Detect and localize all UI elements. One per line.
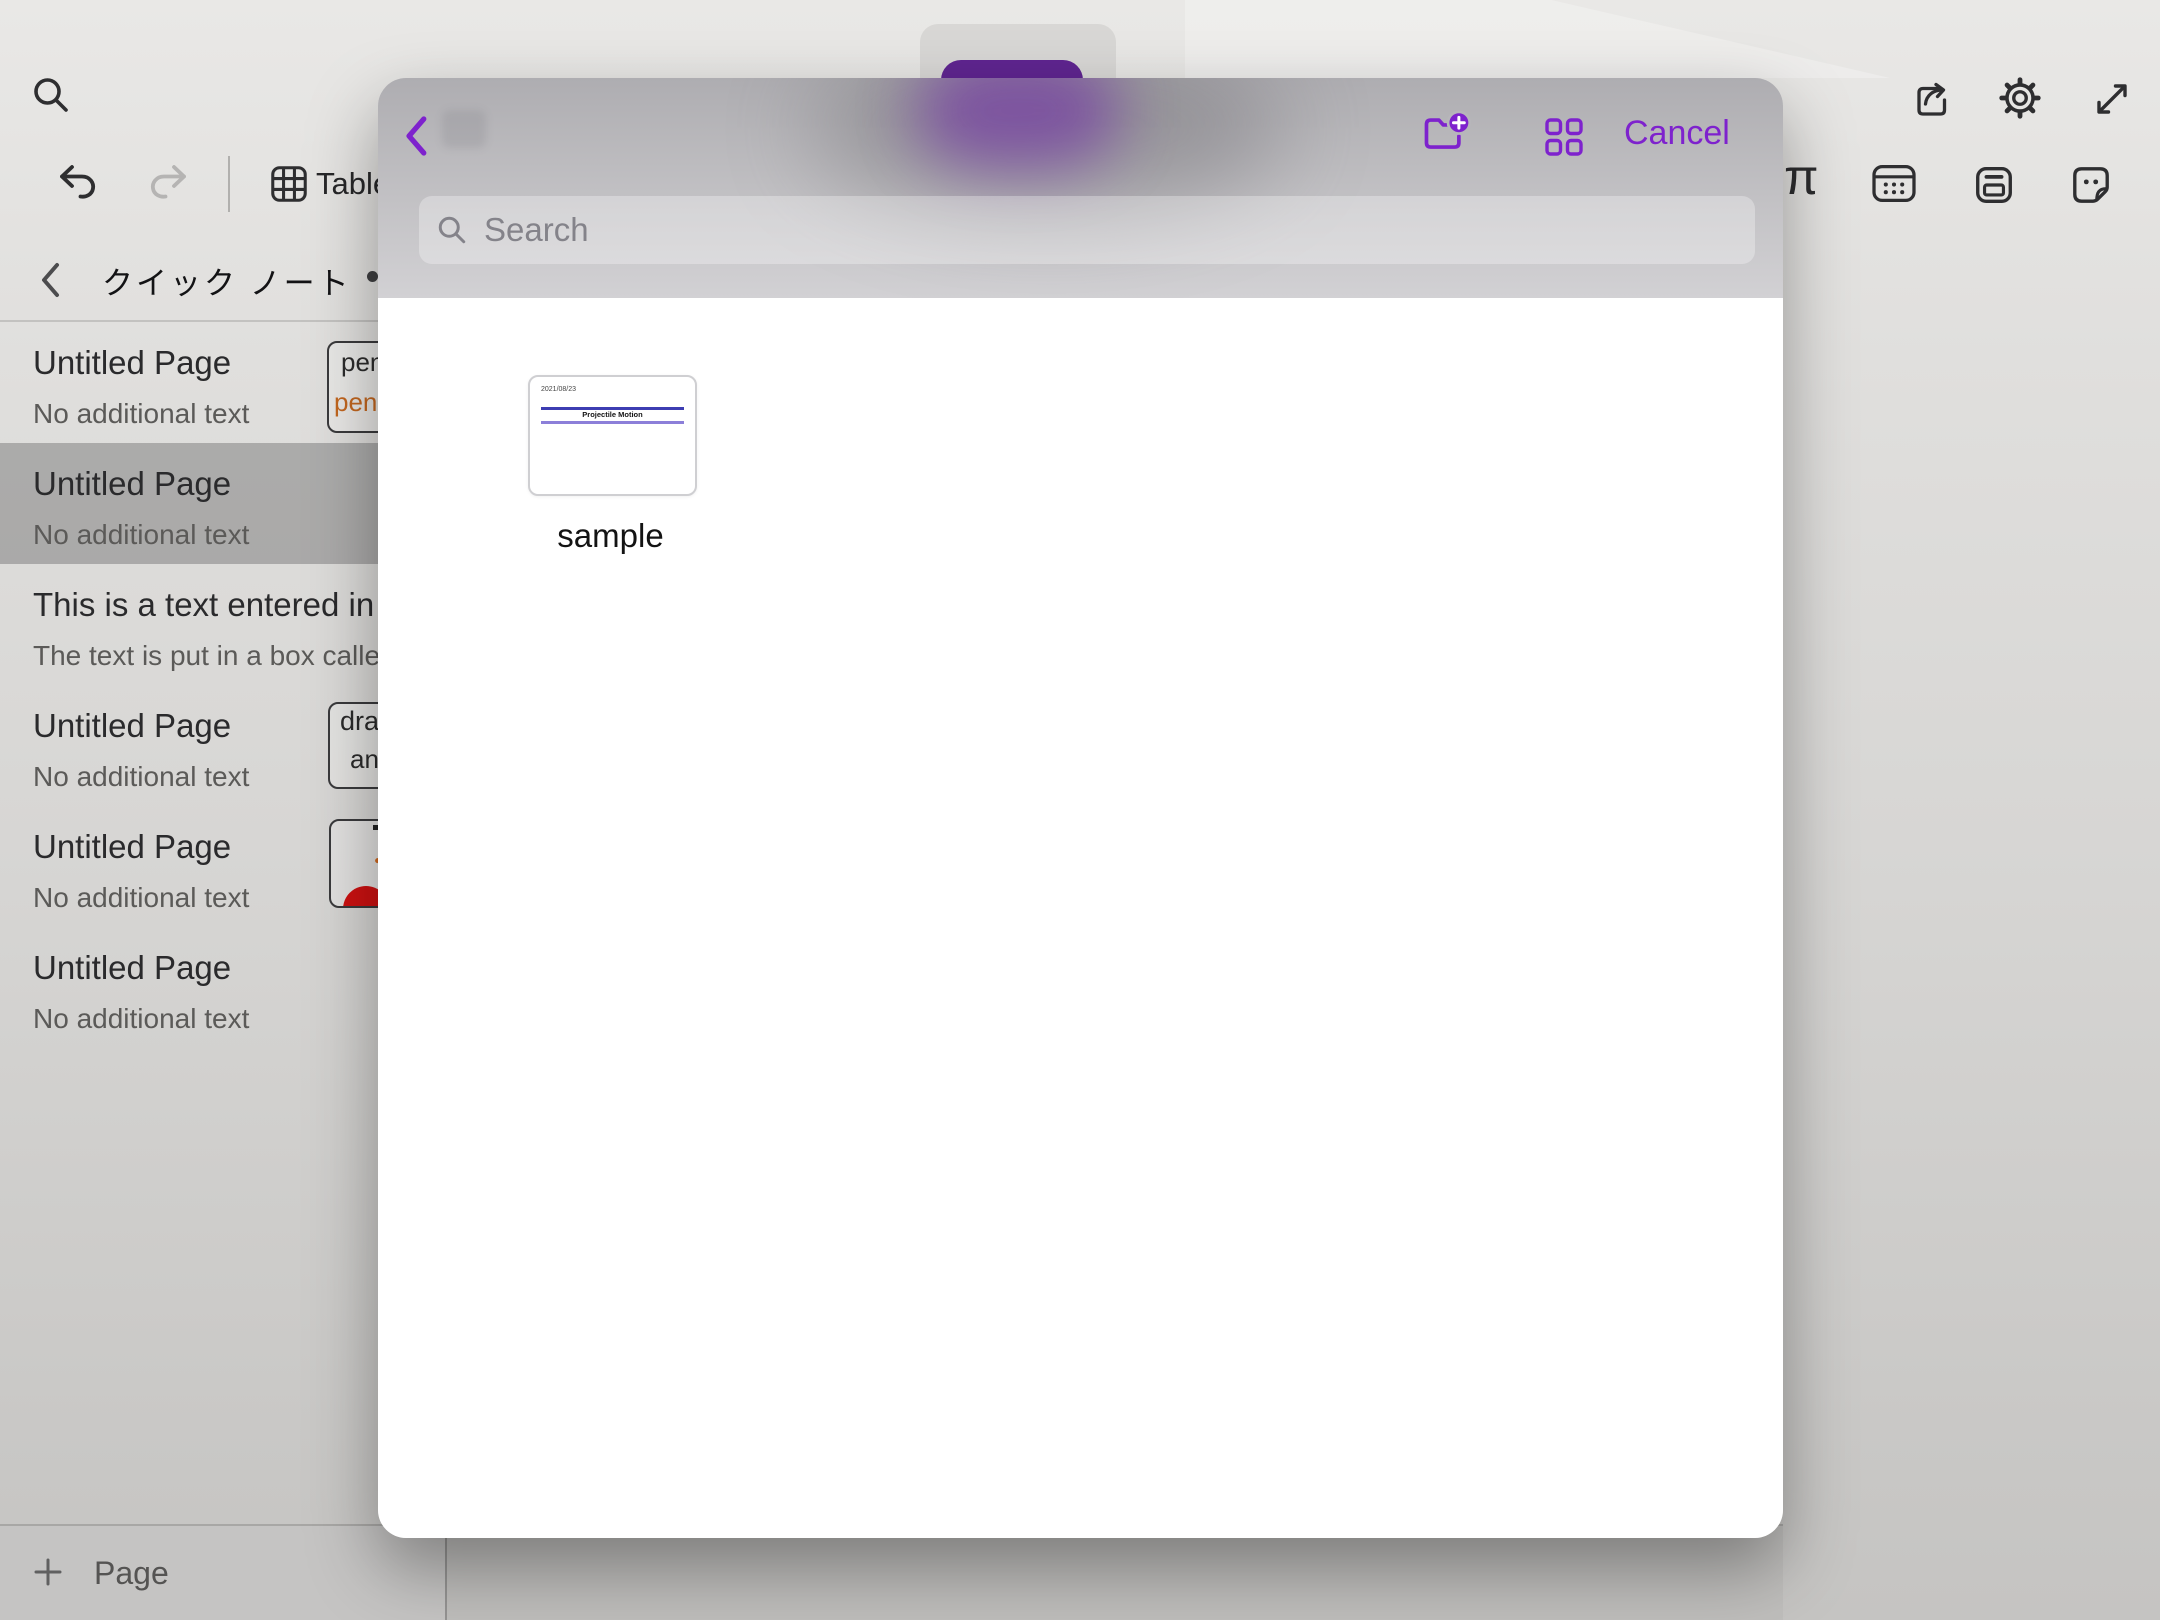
panel-layout-icon[interactable]	[1973, 164, 2015, 206]
page-subtitle: No additional text	[33, 761, 249, 793]
handwriting-text: dra	[340, 706, 379, 737]
document-picker-modal: Cancel 2021/08/23 Projectile Motion samp…	[378, 78, 1783, 1538]
page-subtitle: No additional text	[33, 1003, 249, 1035]
redo-icon	[146, 158, 190, 206]
page-subtitle: No additional text	[33, 519, 249, 551]
handwriting-text: an	[350, 744, 379, 775]
sidebar-bottom-divider	[445, 1526, 447, 1620]
search-bar[interactable]	[419, 196, 1755, 264]
share-icon[interactable]	[1910, 77, 1954, 121]
page-title: Untitled Page	[33, 707, 231, 745]
document-heading: Projectile Motion	[541, 410, 684, 419]
add-page-plus-icon[interactable]	[32, 1556, 64, 1588]
app-root: Table π	[0, 0, 2160, 1620]
settings-gear-icon[interactable]	[1996, 74, 2044, 122]
picker-back-chevron[interactable]	[400, 113, 434, 159]
document-date: 2021/08/23	[541, 386, 576, 393]
bottom-bar	[0, 1524, 1783, 1620]
keypad-icon[interactable]	[1869, 163, 1919, 204]
page-subtitle: No additional text	[33, 882, 249, 914]
cancel-button[interactable]: Cancel	[1624, 114, 1774, 153]
background-highlight-wedge	[1185, 0, 1890, 78]
table-icon[interactable]	[268, 163, 310, 205]
sidebar-back-chevron[interactable]	[36, 260, 66, 300]
page-subtitle: No additional text	[33, 398, 249, 430]
page-subtitle: The text is put in a box called	[33, 640, 396, 672]
page-title: Untitled Page	[33, 828, 231, 866]
undo-icon[interactable]	[56, 158, 100, 206]
new-folder-icon[interactable]	[1420, 109, 1474, 157]
page-title: Untitled Page	[33, 465, 231, 503]
page-title: Untitled Page	[33, 949, 231, 987]
page-title: Untitled Page	[33, 344, 231, 382]
grid-view-icon[interactable]	[1542, 115, 1586, 159]
sticker-icon[interactable]	[2068, 162, 2114, 208]
search-input[interactable]	[482, 210, 1686, 250]
search-glyph-icon	[434, 212, 470, 248]
backdrop-purple-smear	[918, 78, 1118, 168]
picker-content: 2021/08/23 Projectile Motion sample	[378, 298, 1783, 1538]
search-icon[interactable]	[28, 72, 74, 118]
document-rule-bottom	[541, 421, 684, 424]
more-menu-dot[interactable]	[367, 271, 378, 282]
picker-header: Cancel	[378, 78, 1783, 298]
math-pi-icon[interactable]: π	[1784, 152, 1819, 202]
page-title: This is a text entered in	[33, 586, 374, 624]
notebook-title: クイック ノート	[102, 258, 352, 303]
backdrop-ghost	[442, 110, 486, 148]
document-card[interactable]: 2021/08/23 Projectile Motion	[528, 375, 697, 496]
expand-fullscreen-icon[interactable]	[2090, 77, 2134, 121]
add-page-button[interactable]: Page	[94, 1555, 169, 1592]
document-name[interactable]: sample	[488, 517, 733, 555]
handwriting-text: pen	[334, 387, 377, 418]
toolbar-divider	[228, 156, 230, 212]
bottom-bar-sidebar-section	[0, 1526, 445, 1620]
